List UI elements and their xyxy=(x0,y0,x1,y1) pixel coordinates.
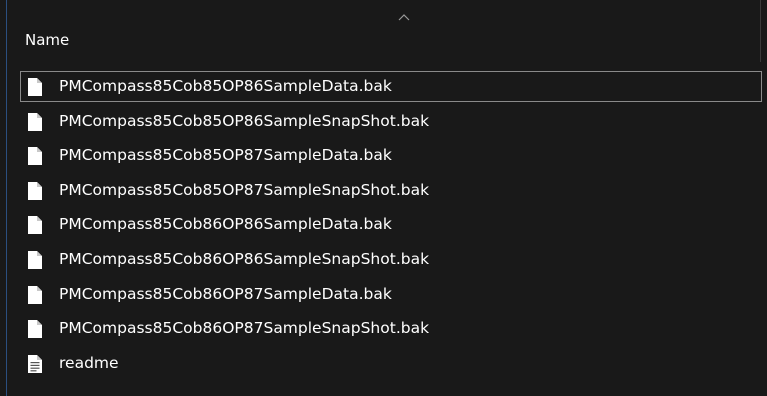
file-name: PMCompass85Cob85OP86SampleSnapShot.bak xyxy=(59,111,430,130)
file-icon xyxy=(28,78,42,96)
text-file-icon xyxy=(28,354,42,373)
file-icon xyxy=(28,285,42,304)
file-icon xyxy=(28,250,42,269)
file-row[interactable]: PMCompass85Cob85OP86SampleSnapShot.bak xyxy=(7,105,767,140)
file-name: PMCompass85Cob85OP87SampleSnapShot.bak xyxy=(59,180,430,199)
file-icon xyxy=(28,181,42,200)
sort-ascending-icon[interactable] xyxy=(397,12,411,22)
file-row[interactable]: PMCompass85Cob85OP86SampleData.bak xyxy=(7,70,767,105)
file-row[interactable]: PMCompass85Cob85OP87SampleData.bak xyxy=(7,139,767,174)
file-row[interactable]: PMCompass85Cob86OP87SampleSnapShot.bak xyxy=(7,312,767,347)
file-name: PMCompass85Cob85OP87SampleData.bak xyxy=(59,146,392,165)
file-row[interactable]: PMCompass85Cob86OP86SampleData.bak xyxy=(7,208,767,243)
file-row[interactable]: readme xyxy=(7,347,767,382)
column-header-bar: Name xyxy=(7,0,767,62)
file-icon xyxy=(28,112,42,131)
file-name: PMCompass85Cob86OP86SampleSnapShot.bak xyxy=(59,249,430,268)
file-icon xyxy=(28,147,42,166)
file-row[interactable]: PMCompass85Cob86OP87SampleData.bak xyxy=(7,278,767,313)
file-row[interactable]: PMCompass85Cob85OP87SampleSnapShot.bak xyxy=(7,174,767,209)
file-list: PMCompass85Cob85OP86SampleData.bak PMCom… xyxy=(7,70,767,381)
file-name: PMCompass85Cob86OP87SampleSnapShot.bak xyxy=(59,319,430,338)
file-icon xyxy=(28,320,42,339)
file-explorer-window: Name PMCompass85Cob85OP86SampleData.bak … xyxy=(0,0,767,396)
column-divider[interactable] xyxy=(760,0,761,62)
file-name: PMCompass85Cob86OP86SampleData.bak xyxy=(59,215,392,234)
file-row[interactable]: PMCompass85Cob86OP86SampleSnapShot.bak xyxy=(7,243,767,278)
name-column-header[interactable]: Name xyxy=(25,31,69,49)
file-name: PMCompass85Cob86OP87SampleData.bak xyxy=(59,284,392,303)
file-name: readme xyxy=(59,353,119,372)
file-icon xyxy=(28,216,42,235)
file-name: PMCompass85Cob85OP86SampleData.bak xyxy=(59,77,392,95)
